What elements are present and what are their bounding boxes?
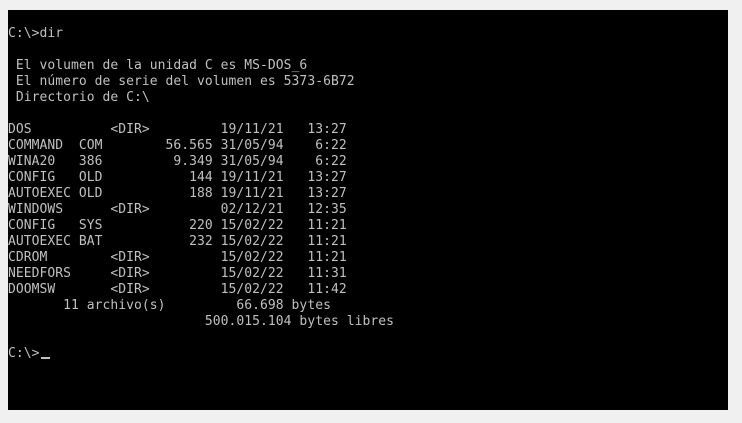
listing-row: CONFIG SYS 220 15/02/22 11:21 <box>8 218 347 233</box>
listing-row: WINDOWS <DIR> 02/12/21 12:35 <box>8 202 347 217</box>
directory-path-line: Directorio de C:\ <box>8 90 150 105</box>
file-count-summary: 11 archivo(s) 66.698 bytes <box>8 298 331 313</box>
free-space-summary: 500.015.104 bytes libres <box>8 314 394 329</box>
listing-row: NEEDFORS <DIR> 15/02/22 11:31 <box>8 266 347 281</box>
volume-serial-line: El número de serie del volumen es 5373-6… <box>8 74 355 89</box>
listing-row: AUTOEXEC OLD 188 19/11/21 13:27 <box>8 186 347 201</box>
listing-row: DOOMSW <DIR> 15/02/22 11:42 <box>8 282 347 297</box>
command-line-dir: C:\>dir <box>8 26 64 41</box>
listing-row: AUTOEXEC BAT 232 15/02/22 11:21 <box>8 234 347 249</box>
listing-row: CDROM <DIR> 15/02/22 11:21 <box>8 250 347 265</box>
listing-row: COMMAND COM 56.565 31/05/94 6:22 <box>8 138 347 153</box>
text-cursor <box>40 357 50 359</box>
window-frame: C:\>dir El volumen de la unidad C es MS-… <box>0 0 742 423</box>
listing-row: WINA20 386 9.349 31/05/94 6:22 <box>8 154 347 169</box>
prompt-text: C:\> <box>8 346 40 361</box>
command-prompt[interactable]: C:\> <box>8 346 50 362</box>
volume-label-line: El volumen de la unidad C es MS-DOS_6 <box>8 58 308 73</box>
listing-row: CONFIG OLD 144 19/11/21 13:27 <box>8 170 347 185</box>
dos-terminal-screen[interactable]: C:\>dir El volumen de la unidad C es MS-… <box>8 10 728 410</box>
listing-row: DOS <DIR> 19/11/21 13:27 <box>8 122 347 137</box>
